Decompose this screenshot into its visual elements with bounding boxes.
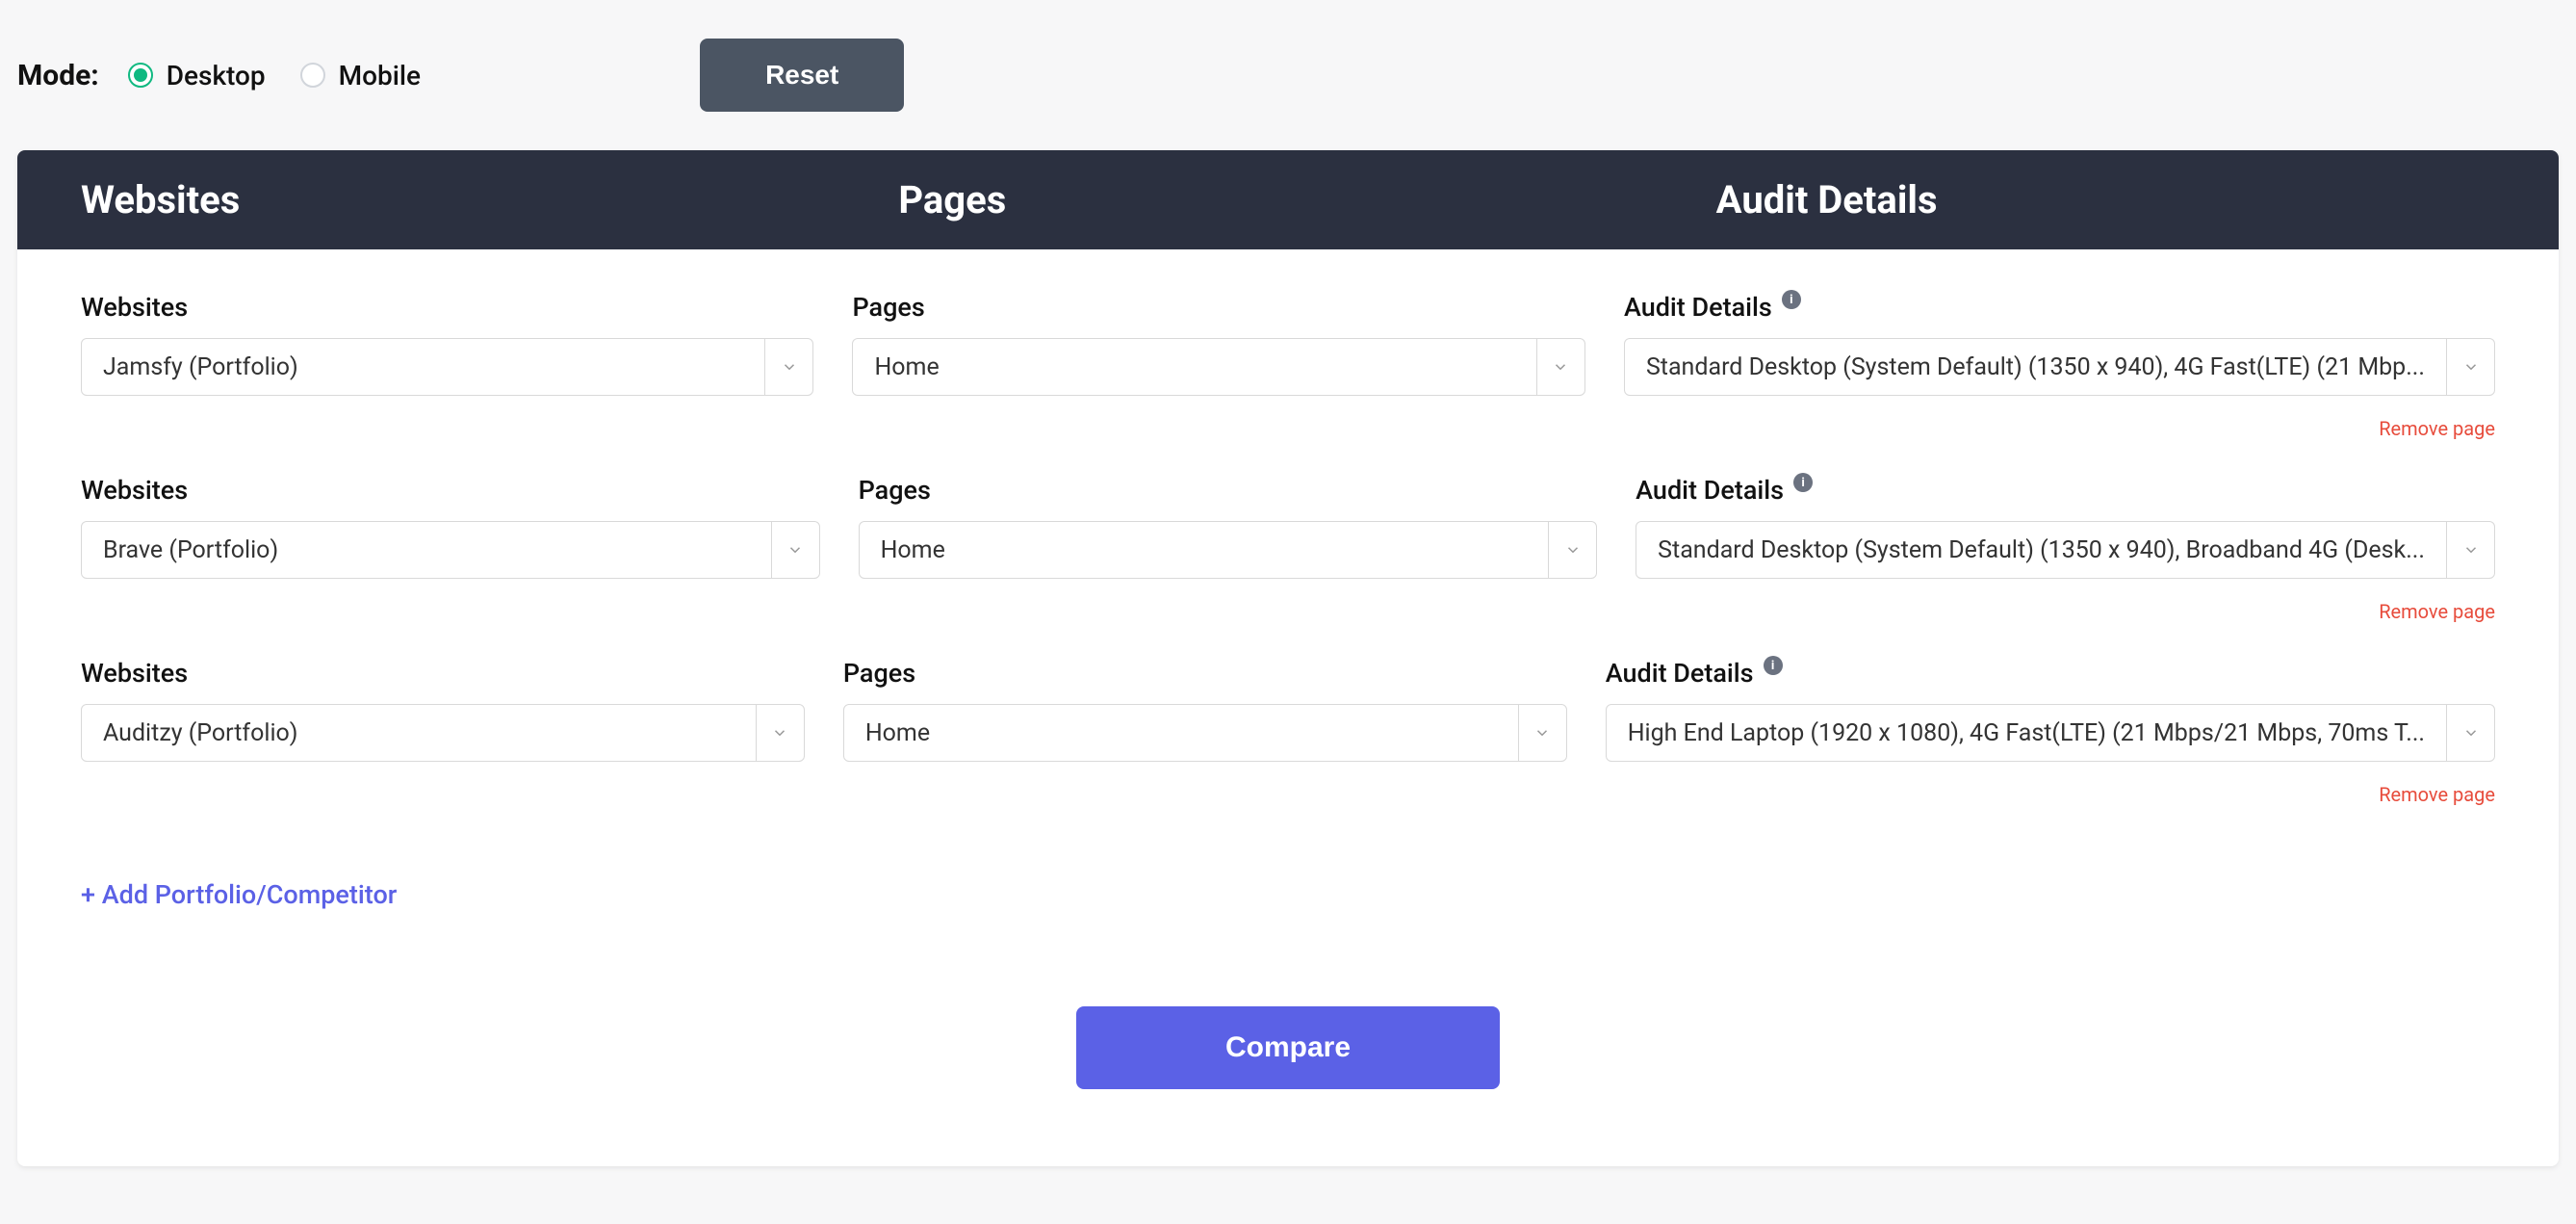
remove-page-link[interactable]: Remove page [1624,417,2495,440]
audit-select[interactable]: High End Laptop (1920 x 1080), 4G Fast(L… [1606,704,2495,762]
chevron-down-icon [2446,705,2494,761]
remove-page-link[interactable]: Remove page [1606,783,2495,806]
info-icon[interactable]: i [1782,290,1801,309]
select-value-text: Jamsfy (Portfolio) [103,353,298,381]
chevron-down-icon [1518,705,1566,761]
chevron-down-icon [771,522,819,578]
field-label-websites: Websites [81,658,805,689]
mode-radio-group: Desktop Mobile [128,60,421,91]
field-label-websites: Websites [81,292,813,323]
field-label-audit: Audit Details i [1624,292,2495,323]
radio-icon [128,63,153,88]
comparison-row: Websites Brave (Portfolio) Pages Home [81,475,2495,623]
radio-icon [300,63,325,88]
header-websites: Websites [81,177,860,222]
chevron-down-icon [2446,522,2494,578]
field-label-audit: Audit Details i [1636,475,2495,506]
comparison-row: Websites Jamsfy (Portfolio) Pages Home [81,292,2495,440]
mode-option-label: Desktop [167,60,266,91]
field-pages: Pages Home [843,658,1567,806]
reset-button[interactable]: Reset [700,39,904,112]
field-websites: Websites Brave (Portfolio) [81,475,820,623]
website-select[interactable]: Jamsfy (Portfolio) [81,338,813,396]
select-value-text: High End Laptop (1920 x 1080), 4G Fast(L… [1628,719,2425,747]
field-label-pages: Pages [852,292,1584,323]
info-icon[interactable]: i [1764,656,1783,675]
top-bar: Mode: Desktop Mobile Reset [17,39,2559,150]
page-select[interactable]: Home [852,338,1584,396]
select-value-text: Standard Desktop (System Default) (1350 … [1658,536,2425,564]
mode-option-label: Mobile [339,60,421,91]
field-audit: Audit Details i High End Laptop (1920 x … [1606,658,2495,806]
field-label-pages: Pages [859,475,1598,506]
field-label-pages: Pages [843,658,1567,689]
select-value-text: Auditzy (Portfolio) [103,719,298,747]
mode-label: Mode: [17,59,99,92]
select-value-text: Home [865,719,930,747]
chevron-down-icon [2446,339,2494,395]
chevron-down-icon [1548,522,1596,578]
select-value-text: Standard Desktop (System Default) (1350 … [1646,353,2425,381]
body-content: Websites Jamsfy (Portfolio) Pages Home [17,249,2559,1166]
field-label-websites: Websites [81,475,820,506]
remove-page-link[interactable]: Remove page [1636,600,2495,623]
header-pages: Pages [898,177,1677,222]
chevron-down-icon [756,705,804,761]
info-icon[interactable]: i [1793,473,1813,492]
mode-option-desktop[interactable]: Desktop [128,60,266,91]
audit-select[interactable]: Standard Desktop (System Default) (1350 … [1636,521,2495,579]
website-select[interactable]: Brave (Portfolio) [81,521,820,579]
field-label-audit: Audit Details i [1606,658,2495,689]
select-value-text: Home [881,536,945,564]
chevron-down-icon [764,339,812,395]
page-select[interactable]: Home [843,704,1567,762]
field-websites: Websites Jamsfy (Portfolio) [81,292,813,440]
field-audit: Audit Details i Standard Desktop (System… [1624,292,2495,440]
select-value-text: Brave (Portfolio) [103,536,278,564]
mode-option-mobile[interactable]: Mobile [300,60,421,91]
field-pages: Pages Home [859,475,1598,623]
header-row: Websites Pages Audit Details [17,150,2559,249]
field-pages: Pages Home [852,292,1584,440]
page-select[interactable]: Home [859,521,1598,579]
header-audit: Audit Details [1716,177,2495,222]
field-audit: Audit Details i Standard Desktop (System… [1636,475,2495,623]
main-card: Websites Pages Audit Details Websites Ja… [17,150,2559,1166]
compare-button[interactable]: Compare [1076,1006,1500,1089]
compare-wrap: Compare [81,1006,2495,1089]
select-value-text: Home [874,353,939,381]
field-websites: Websites Auditzy (Portfolio) [81,658,805,806]
comparison-row: Websites Auditzy (Portfolio) Pages Home [81,658,2495,806]
website-select[interactable]: Auditzy (Portfolio) [81,704,805,762]
chevron-down-icon [1536,339,1584,395]
audit-select[interactable]: Standard Desktop (System Default) (1350 … [1624,338,2495,396]
add-portfolio-link[interactable]: + Add Portfolio/Competitor [81,879,397,910]
